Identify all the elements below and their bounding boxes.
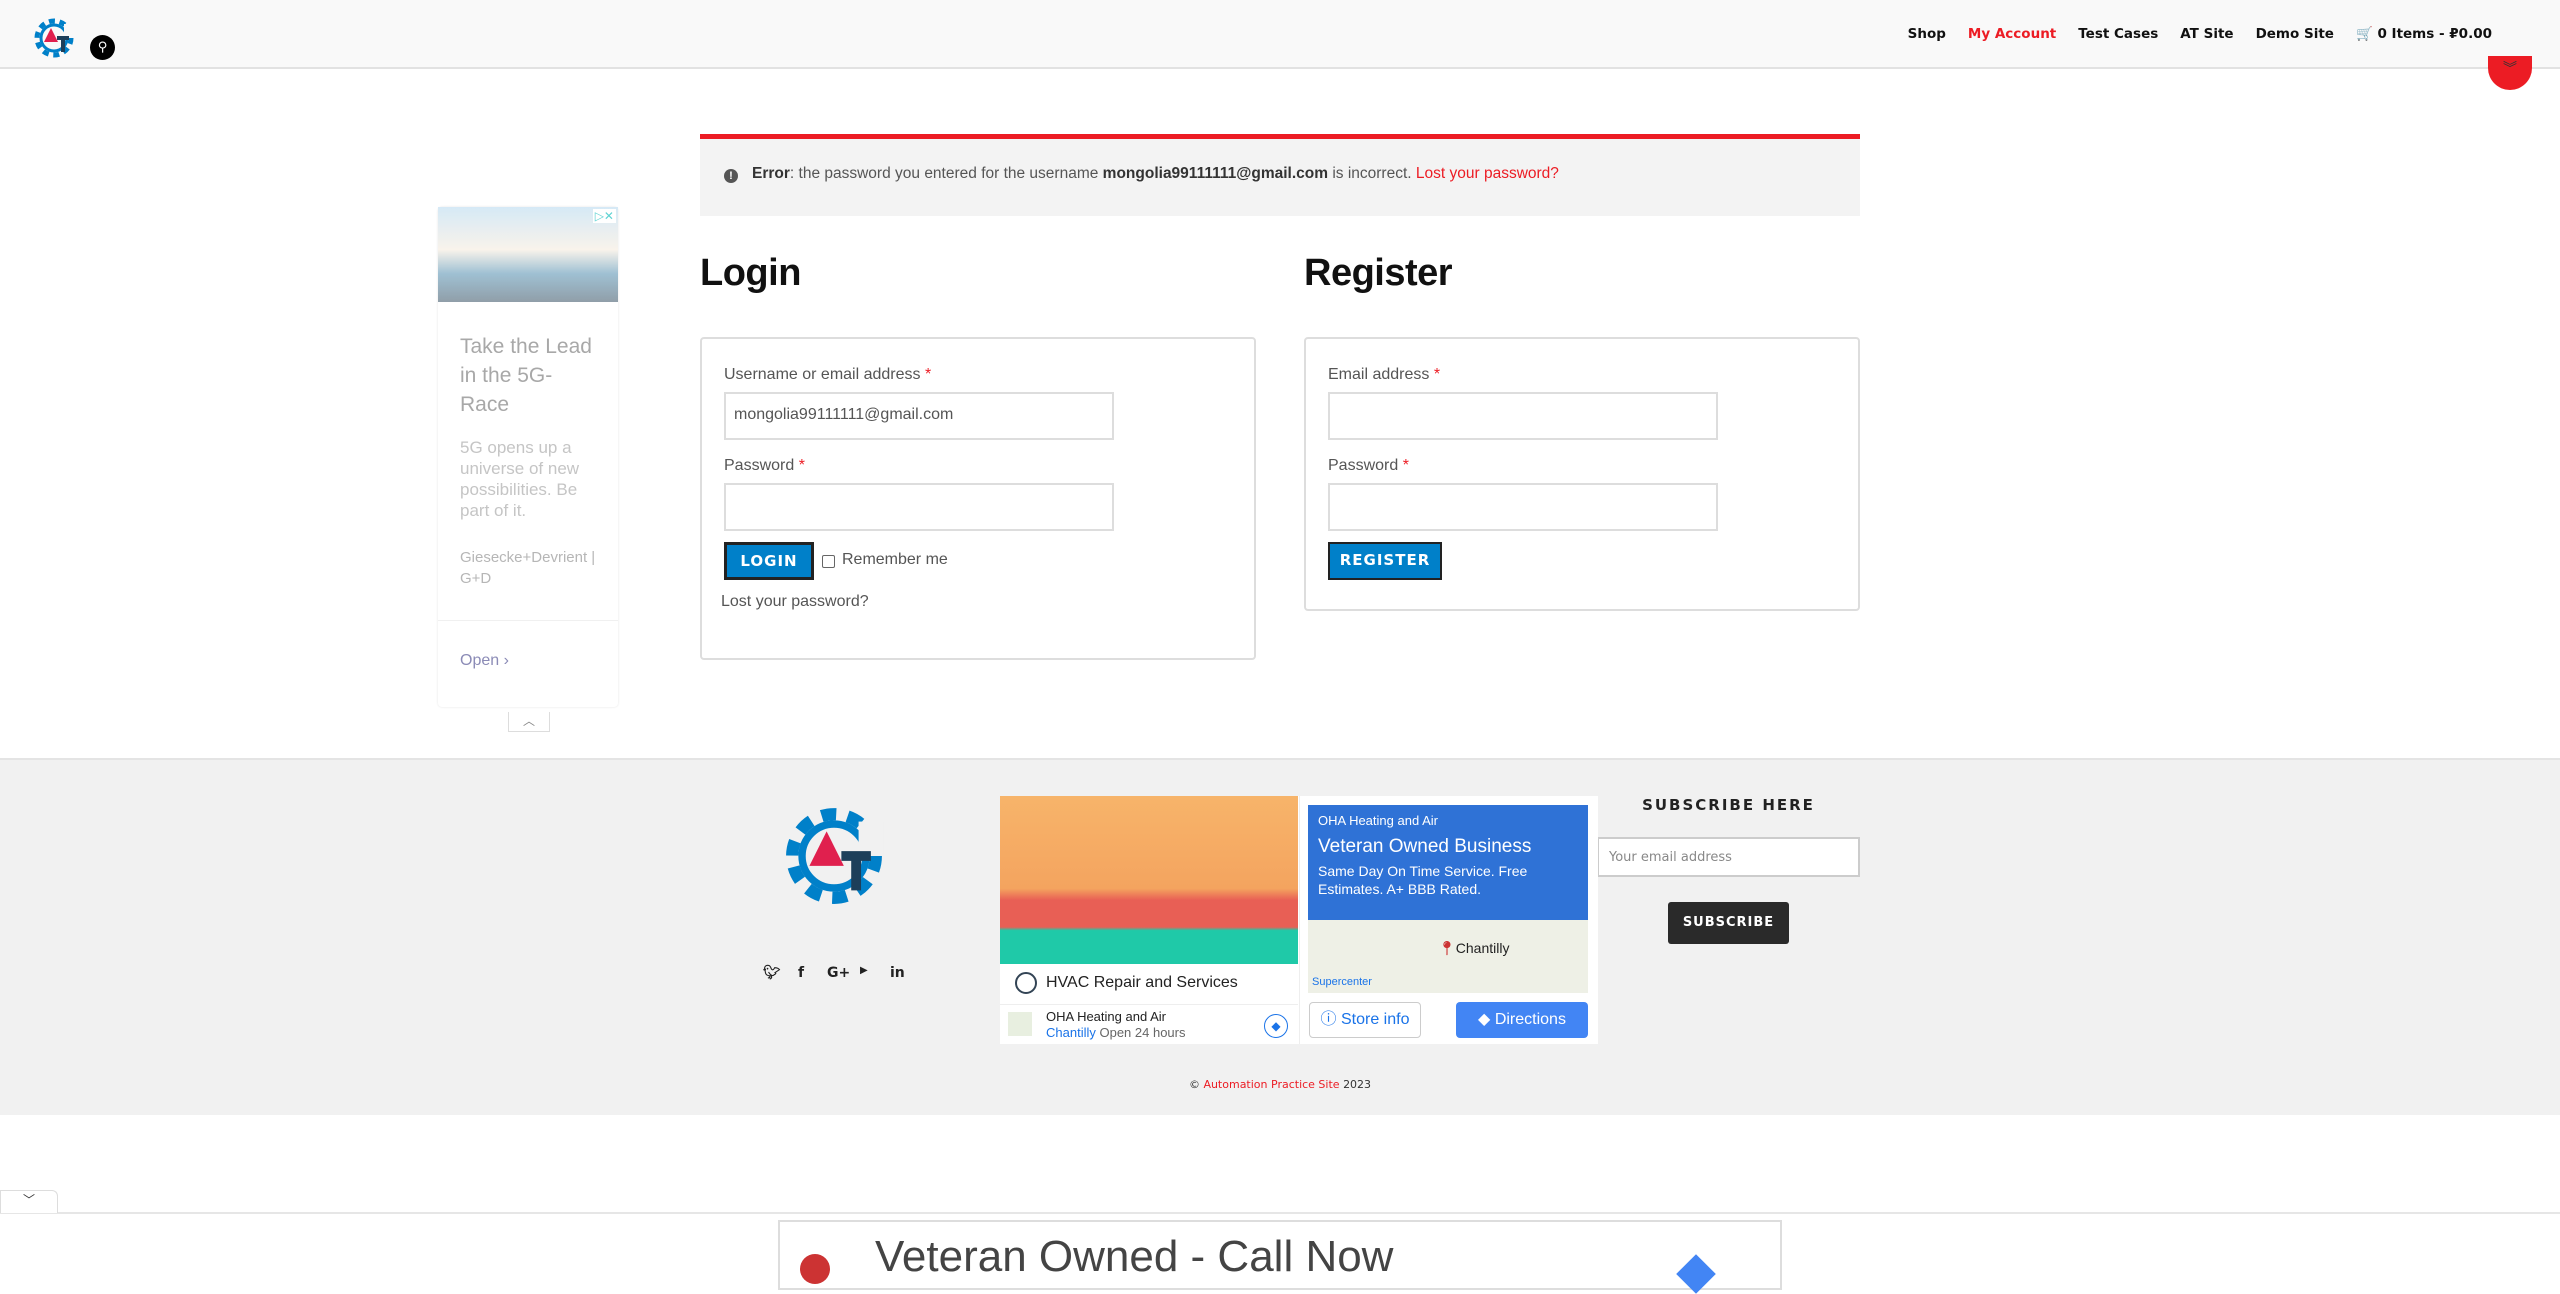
- directions-icon[interactable]: ◆: [1264, 1014, 1288, 1038]
- login-button[interactable]: LOGIN: [724, 542, 814, 580]
- directions-icon[interactable]: [1676, 1254, 1716, 1294]
- chevron-right-icon: ›: [503, 652, 509, 669]
- scroll-down-button[interactable]: ︾: [2488, 56, 2532, 90]
- directions-button[interactable]: ◆ Directions: [1456, 1002, 1588, 1038]
- error-label: Error: [752, 165, 790, 182]
- map-label: Chantilly: [1455, 940, 1510, 956]
- twitter-icon[interactable]: 🐦︎: [763, 965, 781, 981]
- facebook-icon[interactable]: f: [798, 965, 804, 981]
- map-thumbnail-icon: [1008, 1012, 1032, 1036]
- email-label: Email address *: [1328, 366, 1441, 383]
- error-notice: ! Error: the password you entered for the…: [700, 134, 1860, 216]
- register-password-input[interactable]: [1328, 483, 1718, 531]
- ad-image: [438, 207, 618, 302]
- linkedin-icon[interactable]: in: [890, 965, 905, 981]
- error-text-2: is incorrect.: [1328, 165, 1416, 182]
- nav-shop[interactable]: Shop: [1908, 26, 1946, 42]
- youtube-icon[interactable]: ▶: [860, 965, 868, 976]
- google-plus-icon[interactable]: G+: [827, 965, 850, 981]
- directions-icon: ◆: [1478, 1011, 1491, 1028]
- main-nav: Shop My Account Test Cases AT Site Demo …: [1908, 26, 2492, 42]
- remember-me-label: Remember me: [842, 551, 948, 568]
- copyright: © Automation Practice Site 2023: [1188, 1078, 1372, 1091]
- cart-icon: 🛒: [2355, 26, 2373, 42]
- remember-me-checkbox[interactable]: [822, 555, 835, 568]
- error-text: : the password you entered for the usern…: [789, 165, 1103, 182]
- search-icon[interactable]: ⚲: [90, 35, 115, 60]
- nav-my-account[interactable]: My Account: [1968, 26, 2056, 42]
- ad-advertiser: Giesecke+Devrient | G+D: [460, 549, 596, 587]
- register-email-input[interactable]: [1328, 392, 1718, 440]
- password-input[interactable]: [724, 483, 1114, 531]
- side-ad[interactable]: ▷✕ Take the Lead in the 5G-Race 5G opens…: [438, 207, 618, 707]
- ad-panel-business: OHA Heating and Air: [1318, 813, 1438, 828]
- error-lost-password-link[interactable]: Lost your password?: [1416, 165, 1559, 182]
- ad-description: Same Day On Time Service. Free Estimates…: [1318, 863, 1528, 897]
- ad-body: 5G opens up a universe of new possibilit…: [460, 438, 580, 520]
- exclamation-icon: !: [724, 169, 738, 183]
- site-logo[interactable]: [30, 14, 78, 62]
- nav-cart[interactable]: 🛒 0 Items - ₽0.00: [2356, 26, 2492, 42]
- lost-password-link[interactable]: Lost your password?: [721, 593, 869, 611]
- nav-demo-site[interactable]: Demo Site: [2256, 26, 2334, 42]
- footer-logo: [775, 795, 893, 917]
- subscribe-email-input[interactable]: Your email address: [1597, 837, 1860, 877]
- password-label: Password *: [724, 457, 805, 474]
- ad-map[interactable]: 📍︎Chantilly Supercenter: [1308, 920, 1588, 993]
- error-username: mongolia99111111@gmail.com: [1102, 165, 1329, 182]
- anchor-ad-collapse-chevron-down-icon[interactable]: ﹀: [0, 1190, 58, 1213]
- ad-title: Take the Lead in the 5G-Race: [460, 335, 592, 416]
- ad-choices-close-icon[interactable]: ▷✕: [592, 209, 616, 223]
- subscribe-title: SUBSCRIBE HERE: [1642, 796, 1815, 814]
- map-pin-icon: 📍︎: [1438, 940, 1456, 956]
- ad-blue-panel: OHA Heating and Air Veteran Owned Busine…: [1308, 805, 1588, 920]
- ad-hours: Chantilly Open 24 hours: [1046, 1025, 1186, 1040]
- ad-title: Veteran Owned Business: [1318, 836, 1532, 857]
- ad-headline: HVAC Repair and Services: [1046, 974, 1238, 991]
- ad-video-illustration: [1000, 796, 1298, 964]
- ad-collapse-chevron-up-icon[interactable]: ︿: [508, 712, 550, 732]
- bottom-ad-title: Veteran Owned - Call Now: [875, 1232, 1394, 1281]
- site-link[interactable]: Automation Practice Site: [1203, 1078, 1339, 1091]
- ad-open-link[interactable]: Open ›: [460, 652, 509, 670]
- advertiser-logo-icon: [800, 1254, 830, 1284]
- nav-at-site[interactable]: AT Site: [2180, 26, 2233, 42]
- register-password-label: Password *: [1328, 457, 1409, 474]
- store-info-button[interactable]: ⓘ Store info: [1309, 1002, 1421, 1038]
- login-title: Login: [700, 252, 801, 294]
- bottom-anchor-ad[interactable]: Veteran Owned - Call Now: [778, 1220, 1782, 1294]
- map-poi: Supercenter: [1312, 976, 1372, 988]
- footer-ad[interactable]: HVAC Repair and Services OHA Heating and…: [1000, 796, 1598, 1044]
- chevron-double-down-icon: ︾: [2503, 61, 2517, 77]
- business-logo-icon: [1015, 972, 1037, 994]
- ad-business: OHA Heating and Air: [1046, 1009, 1166, 1024]
- site-header: ⚲ Shop My Account Test Cases AT Site Dem…: [0, 0, 2560, 69]
- register-button[interactable]: REGISTER: [1328, 542, 1442, 580]
- register-title: Register: [1304, 252, 1453, 294]
- username-label: Username or email address *: [724, 366, 932, 383]
- subscribe-button[interactable]: SUBSCRIBE: [1668, 902, 1789, 944]
- username-input[interactable]: mongolia99111111@gmail.com: [724, 392, 1114, 440]
- info-icon: ⓘ: [1320, 1011, 1337, 1028]
- nav-test-cases[interactable]: Test Cases: [2078, 26, 2158, 42]
- cart-summary: 0 Items - ₽0.00: [2377, 26, 2492, 42]
